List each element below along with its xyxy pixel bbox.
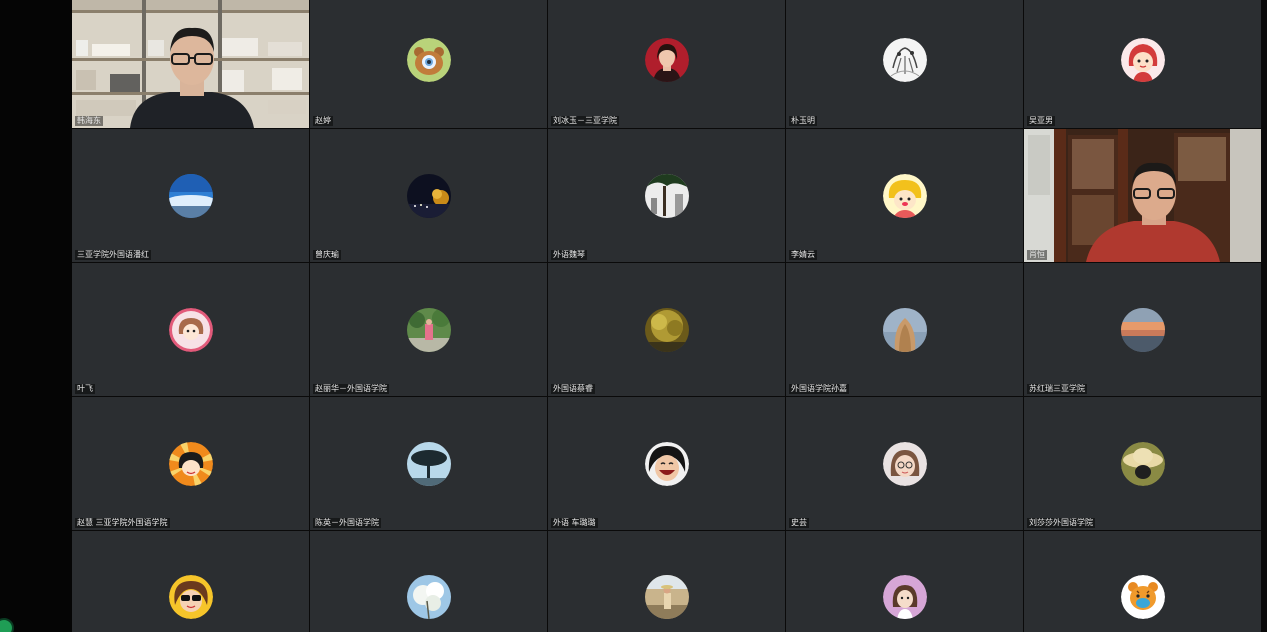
lone-tree-avatar-icon <box>406 441 451 486</box>
sunburst-cartoon-avatar-icon <box>168 441 213 486</box>
participant-tile[interactable]: 曾庆瑜 <box>310 129 547 262</box>
participant-tile[interactable]: 赵婷 <box>310 0 547 128</box>
participant-name: 陈英－外国语学院 <box>313 518 381 528</box>
participant-tile[interactable]: 史芸 <box>786 397 1023 530</box>
desert-person-avatar-icon <box>644 574 689 619</box>
participant-tile[interactable] <box>1024 531 1261 632</box>
participant-tile[interactable]: 外国语学院孙嘉 <box>786 263 1023 396</box>
participant-name: 三亚学院外国语潘红 <box>75 250 151 260</box>
participant-tile[interactable] <box>310 531 547 632</box>
participant-tile[interactable]: 肖恒 <box>1024 129 1261 262</box>
participant-name: 赵丽华－外国语学院 <box>313 384 389 394</box>
participant-tile[interactable] <box>548 531 785 632</box>
straw-hat-avatar-icon <box>1120 441 1165 486</box>
girl-glasses-avatar-icon <box>882 441 927 486</box>
participant-name: 刘冰玉－三亚学院 <box>551 116 619 126</box>
participant-video <box>1024 129 1261 262</box>
participant-tile[interactable]: 赵丽华－外国语学院 <box>310 263 547 396</box>
participant-name: 外语 车璐璐 <box>551 518 598 528</box>
sunset-avatar-icon <box>1120 307 1165 352</box>
participant-tile[interactable]: 韩海东 <box>72 0 309 128</box>
participant-tile[interactable]: 吴亚男 <box>1024 0 1261 128</box>
participant-name: 李婧云 <box>789 250 817 260</box>
long-hair-avatar-icon <box>882 307 927 352</box>
tree-photo-avatar-icon <box>644 173 689 218</box>
cartoon-yellow-avatar-icon <box>882 173 927 218</box>
participant-name: 苏红瑞三亚学院 <box>1027 384 1087 394</box>
golden-tree-avatar-icon <box>644 307 689 352</box>
meeting-window: 韩海东 赵婷 刘冰玉－三亚学院 朴玉明 吴亚男 三亚学院外国语潘红 曾庆瑜 外语… <box>0 0 1267 632</box>
pink-doll-avatar-icon <box>168 307 213 352</box>
participant-name: 史芸 <box>789 518 809 528</box>
participant-name: 外国语学院孙嘉 <box>789 384 849 394</box>
bear-avatar-icon <box>406 38 451 82</box>
participant-name: 叶飞 <box>75 384 95 394</box>
participant-tile[interactable]: 三亚学院外国语潘红 <box>72 129 309 262</box>
participant-tile[interactable]: 叶飞 <box>72 263 309 396</box>
participant-name: 外国语蔡睿 <box>551 384 595 394</box>
white-blossom-avatar-icon <box>406 574 451 619</box>
participant-name: 刘莎莎外国语学院 <box>1027 518 1095 528</box>
participant-tile[interactable]: 外语 车璐璐 <box>548 397 785 530</box>
participant-tile[interactable]: 外语魏琴 <box>548 129 785 262</box>
participant-tile[interactable]: 李婧云 <box>786 129 1023 262</box>
laughing-face-avatar-icon <box>644 441 689 486</box>
purple-cartoon-avatar-icon <box>882 574 927 619</box>
participant-name: 吴亚男 <box>1027 116 1055 126</box>
participant-tile[interactable]: 朴玉明 <box>786 0 1023 128</box>
left-panel <box>0 0 72 632</box>
tiger-cartoon-avatar-icon <box>1120 574 1165 619</box>
sunglasses-cartoon-avatar-icon <box>168 574 213 619</box>
participant-tile[interactable]: 苏红瑞三亚学院 <box>1024 263 1261 396</box>
sky-avatar-icon <box>168 173 213 218</box>
participant-tile[interactable]: 刘冰玉－三亚学院 <box>548 0 785 128</box>
participant-name: 外语魏琴 <box>551 250 587 260</box>
participant-video <box>72 0 309 128</box>
participant-tile[interactable] <box>72 531 309 632</box>
participant-name: 赵婷 <box>313 116 333 126</box>
status-indicator-icon[interactable] <box>0 618 14 632</box>
participant-name: 赵慧 三亚学院外国语学院 <box>75 518 170 528</box>
garden-person-avatar-icon <box>406 307 451 352</box>
participant-grid: 韩海东 赵婷 刘冰玉－三亚学院 朴玉明 吴亚男 三亚学院外国语潘红 曾庆瑜 外语… <box>72 0 1265 632</box>
participant-tile[interactable]: 赵慧 三亚学院外国语学院 <box>72 397 309 530</box>
participant-name: 朴玉明 <box>789 116 817 126</box>
participant-tile[interactable]: 外国语蔡睿 <box>548 263 785 396</box>
participant-name: 肖恒 <box>1027 250 1047 260</box>
participant-tile[interactable] <box>786 531 1023 632</box>
participant-tile[interactable]: 刘莎莎外国语学院 <box>1024 397 1261 530</box>
sketch-avatar-icon <box>882 38 927 82</box>
cartoon-girl-avatar-icon <box>1120 38 1165 82</box>
participant-name: 曾庆瑜 <box>313 250 341 260</box>
woman-portrait-avatar-icon <box>644 38 689 82</box>
night-city-avatar-icon <box>406 173 451 218</box>
participant-name: 韩海东 <box>75 116 103 126</box>
participant-tile[interactable]: 陈英－外国语学院 <box>310 397 547 530</box>
